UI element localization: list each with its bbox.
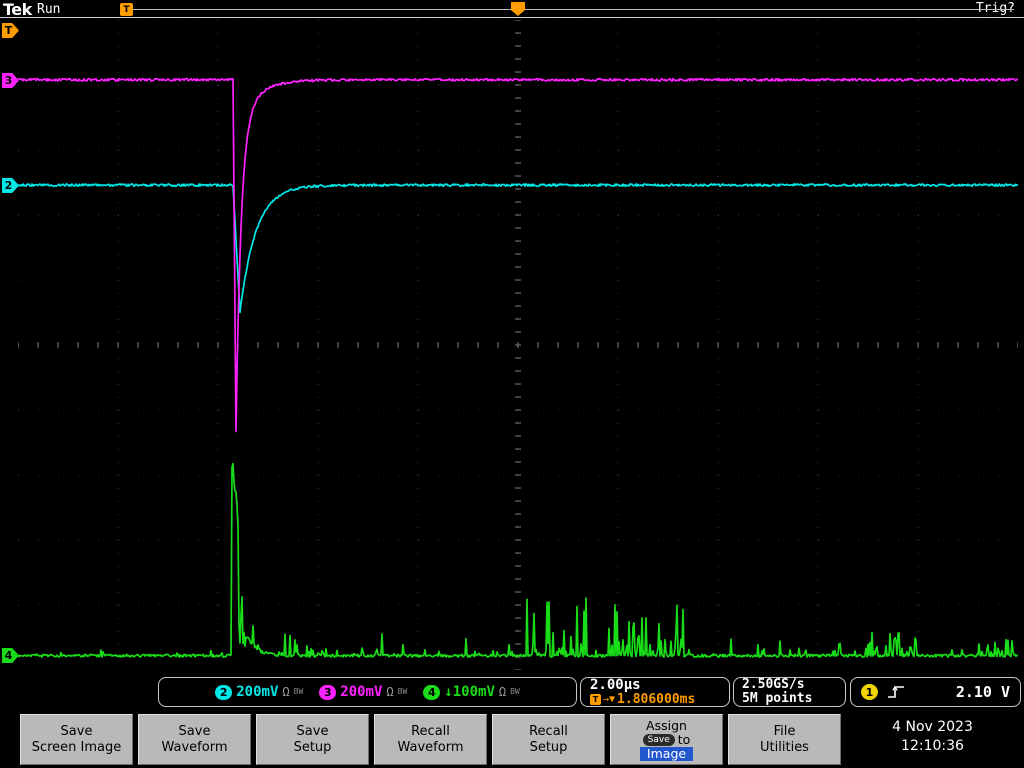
- channel-2-scale: 200mV: [236, 684, 279, 700]
- record-view-bar: [126, 9, 1014, 10]
- channel-4-marker[interactable]: 4: [2, 648, 19, 663]
- channel-2-readout[interactable]: 2 200mV Ω BW: [215, 684, 303, 700]
- assign-target-image: Image: [639, 746, 694, 761]
- button-label: Assign: [646, 717, 687, 733]
- save-screen-image-button[interactable]: Save Screen Image: [20, 714, 133, 765]
- channel-3-scale: 200mV: [340, 684, 383, 700]
- button-label: Save: [60, 723, 93, 739]
- file-utilities-button[interactable]: File Utilities: [728, 714, 841, 765]
- channel-3-marker[interactable]: 3: [2, 73, 19, 88]
- trace-ch3: [18, 77, 1018, 433]
- assign-save-to-button[interactable]: Assign Save to Image: [610, 714, 723, 765]
- channel-2-marker[interactable]: 2: [2, 178, 19, 193]
- button-label: Setup: [529, 739, 568, 755]
- datetime-display: 4 Nov 2023 12:10:36: [845, 718, 1020, 756]
- channel-3-coupling-icon: Ω: [386, 685, 394, 699]
- save-setup-button[interactable]: Save Setup: [256, 714, 369, 765]
- trigger-level-value: 2.10 V: [955, 683, 1010, 701]
- rising-edge-icon: [888, 685, 904, 698]
- record-length: 5M points: [742, 691, 813, 706]
- trigger-position-icon[interactable]: [511, 2, 525, 16]
- sample-rate: 2.50GS/s: [742, 677, 805, 692]
- button-label: Setup: [293, 739, 332, 755]
- channel-readouts[interactable]: 2 200mV Ω BW 3 200mV Ω BW 4 ↓100mV Ω BW: [158, 677, 577, 707]
- acquisition-status: Run: [37, 2, 61, 17]
- header-divider: [0, 17, 1024, 18]
- button-label: Recall: [529, 723, 568, 739]
- channel-4-bandwidth-icon: BW: [510, 687, 520, 696]
- button-label: Recall: [411, 723, 450, 739]
- date-value: 4 Nov 2023: [892, 719, 973, 735]
- recall-setup-button[interactable]: Recall Setup: [492, 714, 605, 765]
- button-label: Save: [296, 723, 329, 739]
- button-label: Screen Image: [31, 739, 122, 755]
- button-label: Waveform: [161, 739, 228, 755]
- trigger-readout[interactable]: 1 2.10 V: [850, 677, 1021, 707]
- save-waveform-button[interactable]: Save Waveform: [138, 714, 251, 765]
- trigger-time-value: 1.806000ms: [617, 691, 696, 707]
- button-label: Utilities: [760, 739, 809, 755]
- channel-4-scale: ↓100mV: [444, 684, 495, 700]
- record-trigger-t-icon: T: [120, 3, 133, 16]
- trigger-delay-arrow-icon: →▼: [603, 693, 616, 705]
- channel-2-badge: 2: [215, 684, 233, 700]
- graticule: [18, 20, 1018, 670]
- trigger-t-badge: T: [590, 693, 601, 705]
- trigger-level-marker[interactable]: T: [2, 23, 19, 38]
- recall-waveform-button[interactable]: Recall Waveform: [374, 714, 487, 765]
- button-label: Waveform: [397, 739, 464, 755]
- acquisition-readout[interactable]: 2.50GS/s 5M points: [733, 677, 846, 707]
- trace-ch4: [18, 462, 1018, 658]
- channel-4-coupling-icon: Ω: [498, 685, 507, 699]
- button-label: to: [677, 731, 691, 747]
- channel-2-bandwidth-icon: BW: [293, 687, 304, 696]
- channel-3-bandwidth-icon: BW: [397, 687, 408, 696]
- button-label: File: [773, 723, 796, 739]
- channel-2-coupling-icon: Ω: [282, 685, 290, 699]
- timebase-value: 2.00µs: [590, 676, 641, 693]
- channel-3-readout[interactable]: 3 200mV Ω BW: [319, 684, 407, 700]
- channel-4-readout[interactable]: 4 ↓100mV Ω BW: [423, 684, 520, 700]
- time-value: 12:10:36: [901, 738, 964, 754]
- horizontal-readout[interactable]: 2.00µs T →▼ 1.806000ms: [580, 677, 730, 707]
- oscilloscope-screen: Tek Run Trig? T T324 2 200mV Ω BW 3 200m…: [0, 0, 1024, 768]
- button-label: Save: [178, 723, 211, 739]
- save-key-badge: Save: [642, 733, 675, 746]
- channel-4-badge: 4: [423, 684, 441, 700]
- channel-3-badge: 3: [319, 684, 337, 700]
- trigger-source-badge: 1: [861, 684, 878, 700]
